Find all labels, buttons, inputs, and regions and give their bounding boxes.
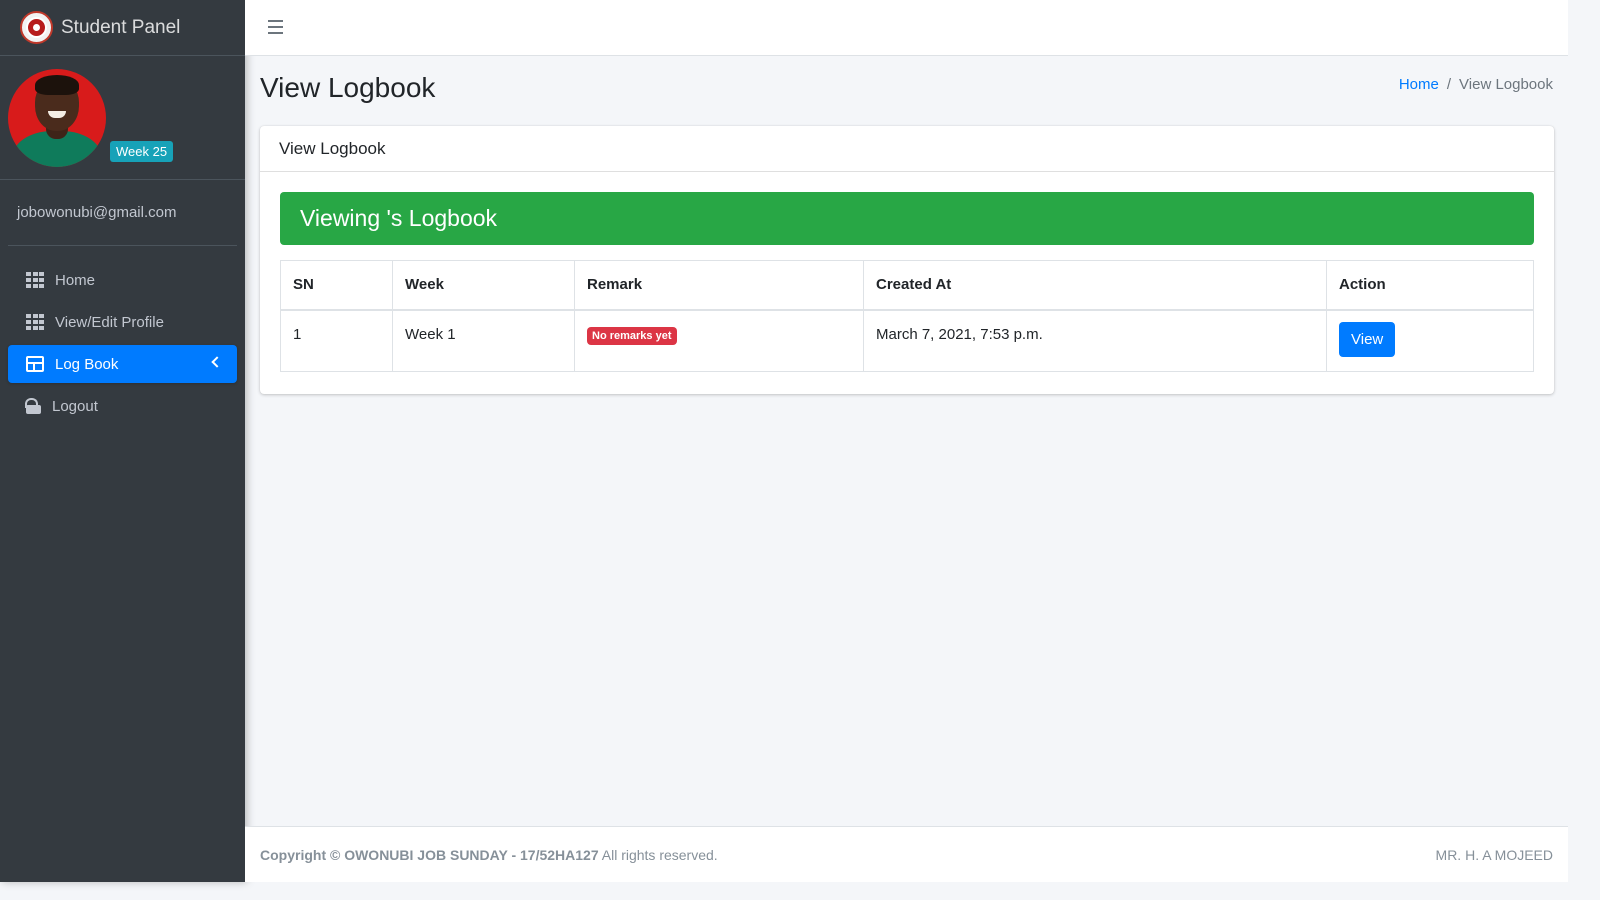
cell-sn: 1: [280, 309, 393, 372]
sidebar-nav: Home View/Edit Profile Log Book Logout: [8, 246, 237, 425]
footer: Copyright © OWONUBI JOB SUNDAY - 17/52HA…: [245, 826, 1568, 882]
sidebar-item-label: Home: [55, 271, 96, 289]
week-badge: Week 25: [110, 141, 174, 162]
user-email-panel[interactable]: jobowonubi@gmail.com: [8, 180, 237, 246]
table-header-row: SN Week Remark Created At Action: [280, 260, 1534, 311]
logbook-table: SN Week Remark Created At Action 1 Week …: [280, 260, 1534, 372]
content-header: View Logbook Home / View Logbook: [260, 56, 1553, 126]
sidebar-item-logbook[interactable]: Log Book: [8, 345, 237, 383]
table-row: 1 Week 1 No remarks yet March 7, 2021, 7…: [280, 309, 1534, 372]
cell-created-at: March 7, 2021, 7:53 p.m.: [863, 309, 1327, 372]
page-title: View Logbook: [260, 72, 436, 103]
sidebar-item-home[interactable]: Home: [8, 261, 237, 299]
column-header: Week: [392, 260, 575, 311]
cell-remark: No remarks yet: [574, 309, 864, 372]
lock-icon: [26, 398, 41, 414]
column-header: Action: [1326, 260, 1534, 311]
column-header: SN: [280, 260, 393, 311]
user-email[interactable]: jobowonubi@gmail.com: [17, 204, 176, 221]
cell-week: Week 1: [392, 309, 575, 372]
sidebar-item-logout[interactable]: Logout: [8, 387, 237, 425]
school-logo-icon: [20, 11, 53, 44]
remark-badge: No remarks yet: [587, 326, 677, 345]
grid-icon: [26, 314, 44, 330]
column-header: Remark: [574, 260, 864, 311]
hamburger-menu-icon[interactable]: [268, 20, 283, 34]
sidebar: Student Panel Week 25 jobowonubi@gmail.c…: [0, 0, 245, 882]
breadcrumb-current: View Logbook: [1459, 76, 1553, 93]
cell-action: View: [1326, 309, 1534, 372]
sidebar-item-label: Logout: [52, 397, 98, 415]
breadcrumb-home-link[interactable]: Home: [1399, 76, 1439, 93]
logbook-card: View Logbook Viewing 's Logbook SN Week …: [260, 126, 1554, 394]
footer-copyright: Copyright © OWONUBI JOB SUNDAY - 17/52HA…: [260, 846, 599, 863]
breadcrumb: Home / View Logbook: [1399, 76, 1553, 93]
table-icon: [26, 356, 44, 372]
footer-rights: All rights reserved.: [598, 846, 718, 863]
breadcrumb-separator: /: [1446, 76, 1452, 93]
card-title: View Logbook: [260, 126, 1554, 172]
avatar: [8, 69, 106, 167]
sidebar-item-label: Log Book: [55, 355, 119, 373]
brand-title: Student Panel: [61, 16, 181, 38]
view-button[interactable]: View: [1339, 321, 1396, 357]
chevron-left-icon: [211, 356, 223, 368]
viewing-alert: Viewing 's Logbook: [280, 192, 1534, 245]
top-navbar: [245, 0, 1568, 56]
footer-right-text: MR. H. A MOJEED: [1435, 846, 1553, 863]
sidebar-item-profile[interactable]: View/Edit Profile: [8, 303, 237, 341]
grid-icon: [26, 272, 44, 288]
sidebar-item-label: View/Edit Profile: [55, 313, 164, 331]
user-panel: Week 25: [0, 56, 245, 180]
column-header: Created At: [863, 260, 1327, 311]
brand-link[interactable]: Student Panel: [0, 0, 245, 56]
